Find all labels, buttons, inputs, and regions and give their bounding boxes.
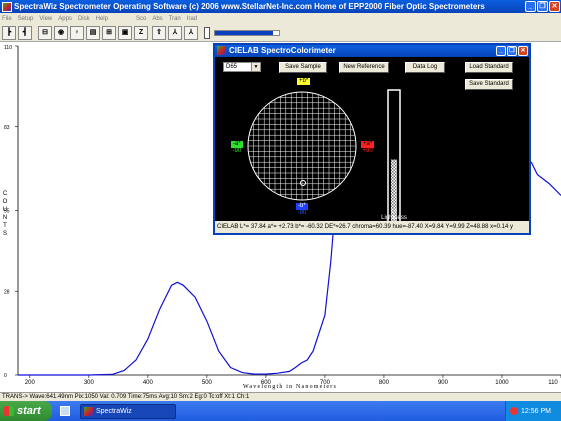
x-tick-label: 500 xyxy=(202,380,213,386)
lightbulb-icon[interactable]: ♀ xyxy=(70,25,84,40)
x-tick-label: 1000 xyxy=(495,380,509,386)
y-tick-label: 28 xyxy=(4,289,10,295)
tray-alert-icon[interactable] xyxy=(510,407,518,415)
x-tick-label: 200 xyxy=(25,380,36,386)
b-plus-label: +b* xyxy=(297,78,311,85)
clock: 12:56 PM xyxy=(521,407,551,415)
menu-disk[interactable]: Disk xyxy=(78,16,90,22)
cielab-readout: CIELAB L*= 37.84 a*= +2.73 b*= -60.32 DE… xyxy=(215,221,529,233)
new-reference-button[interactable]: New Reference xyxy=(339,62,389,73)
save-icon[interactable]: ⊟ xyxy=(38,25,52,40)
menu-irad[interactable]: Irad xyxy=(187,16,197,22)
zero-icon[interactable]: Z xyxy=(134,25,148,40)
menu-apps[interactable]: Apps xyxy=(58,16,72,22)
system-tray: 12:56 PM xyxy=(505,401,561,421)
record-icon[interactable]: ◉ xyxy=(54,25,68,40)
windows-taskbar: start SpectraWiz 12:56 PM xyxy=(0,401,561,421)
maximize-button[interactable]: ❐ xyxy=(537,1,548,12)
dialog-minimize-button[interactable]: _ xyxy=(496,46,506,56)
a-minus-value: -90 xyxy=(232,148,242,154)
b-minus-label: -b* -90 xyxy=(296,203,308,216)
start-label: start xyxy=(17,405,41,417)
a-minus-text: -a* xyxy=(231,141,243,148)
a-plus-text: +a* xyxy=(361,141,375,148)
menu-view[interactable]: View xyxy=(39,16,52,22)
dialog-maximize-button[interactable]: ❐ xyxy=(507,46,517,56)
menu-scope[interactable]: Sco xyxy=(136,16,146,22)
x-axis-label: Wavelength in Nanometers xyxy=(243,384,337,390)
load-standard-button[interactable]: Load Standard xyxy=(465,62,513,73)
chevron-down-icon: ▼ xyxy=(251,63,260,71)
upload-icon[interactable]: ⇧ xyxy=(152,25,166,40)
app-title: SpectraWiz Spectrometer Operating Softwa… xyxy=(14,2,485,11)
a-minus-label: -a* -90 xyxy=(231,141,243,154)
y-axis-label-char: O xyxy=(2,199,8,205)
save-standard-button[interactable]: Save Standard xyxy=(465,79,513,90)
window-controls: _ ❐ ✕ xyxy=(525,1,560,12)
b-minus-value: -90 xyxy=(297,210,307,216)
lightness-bar xyxy=(387,89,401,221)
ab-circle xyxy=(247,91,357,201)
data-log-button[interactable]: Data Log xyxy=(405,62,445,73)
menu-abs[interactable]: Abs xyxy=(152,16,162,22)
x-tick-label: 400 xyxy=(143,380,154,386)
y-tick-label: 83 xyxy=(4,125,10,131)
x-tick-label: 300 xyxy=(84,380,95,386)
window-icon[interactable]: ▣ xyxy=(118,25,132,40)
menu-tran[interactable]: Tran xyxy=(169,16,181,22)
left-marker-icon[interactable]: ┣ xyxy=(2,25,16,40)
progress-fill xyxy=(215,30,273,35)
save-sample-button[interactable]: Save Sample xyxy=(279,62,327,73)
taskbar-item-spectrawiz[interactable]: SpectraWiz xyxy=(80,403,176,419)
close-button[interactable]: ✕ xyxy=(549,1,560,12)
cielab-dialog: CIELAB SpectroColorimeter _ ❐ ✕ D65 ▼ Sa… xyxy=(213,43,531,235)
taskbar-item-label: SpectraWiz xyxy=(96,407,132,415)
dialog-window-controls: _ ❐ ✕ xyxy=(496,46,528,56)
y-axis-label: COUNTS xyxy=(2,190,8,238)
right-marker-icon[interactable]: ┫ xyxy=(18,25,32,40)
y-axis-label-char: C xyxy=(2,191,8,197)
spectrawiz-app-icon xyxy=(2,1,12,12)
slider-thumb[interactable] xyxy=(204,26,210,39)
y-tick-label: 110 xyxy=(4,45,12,51)
a-plus-value: +90 xyxy=(362,148,373,154)
y-axis-label-char: T xyxy=(3,223,7,229)
integration-progress xyxy=(214,29,280,36)
a-plus-label: +a* +90 xyxy=(361,141,375,154)
menu-setup[interactable]: Setup xyxy=(18,16,34,22)
y-tick-label: 0 xyxy=(4,373,7,379)
minimize-button[interactable]: _ xyxy=(525,1,536,12)
app-title-bar[interactable]: SpectraWiz Spectrometer Operating Softwa… xyxy=(0,0,561,13)
dialog-app-icon xyxy=(217,46,226,55)
dialog-title-bar[interactable]: CIELAB SpectroColorimeter _ ❐ ✕ xyxy=(215,45,529,57)
x-tick-label: 800 xyxy=(379,380,390,386)
y-axis-label-char: U xyxy=(2,207,8,213)
y-axis-label-char: S xyxy=(2,231,7,237)
monitor-icon[interactable]: ▤ xyxy=(86,25,100,40)
quick-launch-icon[interactable] xyxy=(60,406,70,416)
peak-icon[interactable]: ⅄ xyxy=(168,25,182,40)
dialog-title: CIELAB SpectroColorimeter xyxy=(229,46,336,55)
start-button[interactable]: start xyxy=(0,401,52,421)
menu-bar: File Setup View Apps Disk Help Sco Abs T… xyxy=(0,13,561,24)
illuminant-select[interactable]: D65 ▼ xyxy=(223,62,261,72)
sample-marker xyxy=(300,180,306,186)
spectrawiz-task-icon xyxy=(84,406,93,416)
x-tick-label: 110 xyxy=(548,380,558,386)
dialog-body: D65 ▼ Save Sample New Reference Data Log… xyxy=(215,57,529,221)
b-minus-text: -b* xyxy=(296,203,308,210)
b-plus-text: +b* xyxy=(297,78,311,85)
toolbar: ┣ ┫ ⊟ ◉ ♀ ▤ ⊞ ▣ Z ⇧ ⅄ ⅄ xyxy=(0,24,561,42)
display-icon[interactable]: ⊞ xyxy=(102,25,116,40)
illuminant-value: D65 xyxy=(226,64,238,70)
spectrum-icon[interactable]: ⅄ xyxy=(184,25,198,40)
menu-file[interactable]: File xyxy=(2,16,12,22)
windows-flag-icon xyxy=(4,406,14,416)
dialog-close-button[interactable]: ✕ xyxy=(518,46,528,56)
status-bar: TRANS-> Wave:641.49nm Pix:1050 Val: 0.70… xyxy=(0,392,561,401)
menu-help[interactable]: Help xyxy=(96,16,108,22)
y-axis-label-char: N xyxy=(2,215,8,221)
x-tick-label: 900 xyxy=(438,380,449,386)
ab-grid xyxy=(248,92,356,200)
